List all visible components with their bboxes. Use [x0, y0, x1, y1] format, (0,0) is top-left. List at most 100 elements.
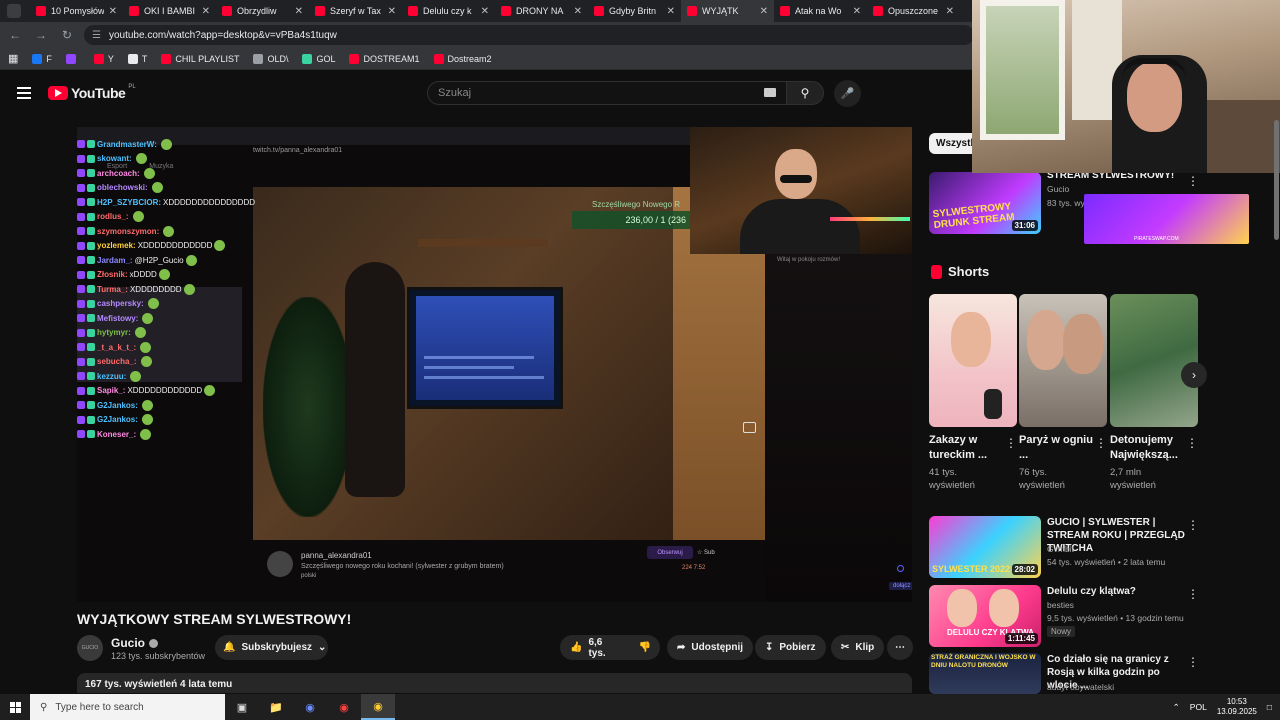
- more-vert-icon[interactable]: ⋮: [1187, 655, 1199, 669]
- close-tab-icon[interactable]: ✕: [760, 6, 768, 17]
- search-button[interactable]: ⚲: [786, 81, 824, 105]
- url-input[interactable]: ☰ youtube.com/watch?app=desktop&v=vPBa4s…: [84, 25, 974, 45]
- start-button[interactable]: [0, 694, 30, 720]
- bookmark-label: DOSTREAM1: [363, 53, 420, 64]
- like-button[interactable]: 👍 6,6 tys.: [560, 635, 630, 660]
- bookmark-item[interactable]: OLD\: [253, 53, 288, 64]
- browser-tab[interactable]: Opuszczone ✕: [867, 0, 960, 22]
- filter-chip-all[interactable]: Wszystk: [929, 133, 977, 154]
- chat-message: Złosnik: xDDDD: [77, 268, 255, 283]
- browser-tab[interactable]: OKI I BAMBI ✕: [123, 0, 216, 22]
- recommended-video[interactable]: DELULU CZY KLĄTWA 1:11:45 Delulu czy klą…: [929, 585, 1269, 647]
- tray-chevron-icon[interactable]: ⌃: [1173, 702, 1180, 713]
- dislike-button[interactable]: 👎: [630, 635, 660, 660]
- keyboard-icon[interactable]: [764, 88, 776, 97]
- bookmark-item[interactable]: Dostream2: [433, 53, 492, 64]
- ad-banner[interactable]: PIRATESWAP.COM: [1084, 194, 1249, 244]
- chat-emote-icon: [141, 414, 153, 426]
- bookmark-item[interactable]: DOSTREAM1: [349, 53, 420, 64]
- close-tab-icon[interactable]: ✕: [853, 6, 861, 17]
- chat-emote-icon: [140, 341, 152, 353]
- reload-icon[interactable]: ↻: [56, 24, 78, 46]
- more-vert-icon[interactable]: ⋮: [1187, 587, 1199, 601]
- channel-name[interactable]: Gucio: [111, 636, 159, 650]
- youtube-favicon-icon: [315, 6, 325, 16]
- recommended-video[interactable]: SYLWESTER 2022 28:02 GUCIO | SYLWESTER |…: [929, 516, 1269, 578]
- close-tab-icon[interactable]: ✕: [388, 6, 396, 17]
- browser-tab[interactable]: Gdyby Britn ✕: [588, 0, 681, 22]
- shorts-next-button[interactable]: ›: [1181, 362, 1207, 388]
- voice-search-button[interactable]: 🎤: [834, 80, 861, 107]
- chat-emote-icon: [141, 399, 153, 411]
- subscribed-button[interactable]: 🔔 Subskrybujesz ⌄: [215, 635, 328, 660]
- picture-in-picture-icon[interactable]: [743, 422, 756, 433]
- app-icon[interactable]: ◉: [293, 694, 327, 720]
- back-arrow-icon[interactable]: ←: [4, 24, 26, 46]
- keyboard-language[interactable]: POL: [1190, 702, 1207, 712]
- video-player[interactable]: twitch.tv/panna_alexandra01 Esport Muzyk…: [77, 127, 912, 602]
- browser-tab[interactable]: Obrzydliw ✕: [216, 0, 309, 22]
- chat-message: G2Jankos:: [77, 398, 255, 413]
- chat-badge-icon: [77, 154, 85, 163]
- more-vert-icon[interactable]: ⋮: [1187, 174, 1199, 188]
- close-tab-icon[interactable]: ✕: [574, 6, 582, 17]
- more-actions-button[interactable]: ⋯: [887, 635, 913, 660]
- more-vert-icon[interactable]: ⋮: [1187, 518, 1199, 532]
- close-tab-icon[interactable]: ✕: [667, 6, 675, 17]
- youtube-favicon-icon: [222, 6, 232, 16]
- close-tab-icon[interactable]: ✕: [109, 6, 117, 17]
- browser-tab[interactable]: Atak na Wo ✕: [774, 0, 867, 22]
- short-item[interactable]: Detonujemy Największą... 2,7 mln wyświet…: [1110, 294, 1198, 494]
- bookmark-item[interactable]: Y: [93, 53, 114, 64]
- chat-username: Mefistowy:: [97, 313, 139, 323]
- site-info-icon[interactable]: ☰: [92, 30, 101, 41]
- taskbar-search-input[interactable]: ⚲ Type here to search: [30, 694, 225, 720]
- apps-grid-icon[interactable]: ▦: [8, 52, 18, 65]
- forward-arrow-icon[interactable]: →: [30, 24, 52, 46]
- chrome-icon[interactable]: ◉: [361, 694, 395, 720]
- bookmark-favicon-icon: [127, 53, 138, 64]
- search-input[interactable]: Szukaj: [427, 81, 787, 105]
- clip-button[interactable]: ✂ Klip: [831, 635, 885, 660]
- page-scrollbar[interactable]: [1274, 120, 1279, 240]
- short-item[interactable]: Zakazy w tureckim ... 41 tys. wyświetleń…: [929, 294, 1017, 494]
- tab-search-icon[interactable]: [7, 4, 21, 18]
- channel-avatar[interactable]: GUCIO: [77, 635, 103, 661]
- file-explorer-icon[interactable]: 📁: [259, 694, 293, 720]
- streamer-name: panna_alexandra01: [301, 551, 372, 560]
- browser-tab[interactable]: WYJĄTK ✕: [681, 0, 774, 22]
- chat-badge-icon: [77, 386, 85, 395]
- download-label: Pobierz: [779, 642, 816, 653]
- browser-tab[interactable]: DRONY NA ✕: [495, 0, 588, 22]
- bookmark-item[interactable]: [65, 53, 80, 64]
- browser-tab[interactable]: Szeryf w Tax ✕: [309, 0, 402, 22]
- download-button[interactable]: ↧ Pobierz: [755, 635, 826, 660]
- close-tab-icon[interactable]: ✕: [481, 6, 489, 17]
- share-button[interactable]: ➦ Udostępnij: [667, 635, 754, 660]
- bookmark-item[interactable]: CHIL PLAYLIST: [161, 53, 239, 64]
- menu-hamburger-icon[interactable]: [17, 87, 31, 99]
- chat-message: G2Jankos:: [77, 413, 255, 428]
- bookmark-item[interactable]: T: [127, 53, 147, 64]
- more-vert-icon[interactable]: ⋮: [1186, 436, 1198, 450]
- bookmark-item[interactable]: GOL: [302, 53, 335, 64]
- app-icon[interactable]: ◉: [327, 694, 361, 720]
- short-item[interactable]: Paryż w ogniu ... 76 tys. wyświetleń ⋮: [1019, 294, 1107, 494]
- browser-tab[interactable]: 10 Pomysłów ✕: [30, 0, 123, 22]
- more-vert-icon[interactable]: ⋮: [1005, 436, 1017, 450]
- browser-tab[interactable]: Delulu czy k ✕: [402, 0, 495, 22]
- close-tab-icon[interactable]: ✕: [202, 6, 210, 17]
- notification-icon[interactable]: □: [1267, 702, 1272, 712]
- close-tab-icon[interactable]: ✕: [946, 6, 954, 17]
- task-view-icon[interactable]: ▣: [225, 694, 259, 720]
- chat-badge-icon: [87, 328, 95, 337]
- close-tab-icon[interactable]: ✕: [295, 6, 303, 17]
- youtube-logo[interactable]: YouTube PL: [48, 84, 136, 101]
- description-box[interactable]: 167 tys. wyświetleń 4 lata temu: [77, 673, 912, 693]
- youtube-favicon-icon: [408, 6, 418, 16]
- scissors-icon: ✂: [841, 642, 850, 653]
- clock[interactable]: 10:53 13.09.2025: [1217, 697, 1257, 717]
- bookmark-item[interactable]: F: [32, 53, 52, 64]
- stream-chat: GrandmasterW: skowant: archcoach: oblechows…: [77, 137, 255, 602]
- more-vert-icon[interactable]: ⋮: [1095, 436, 1107, 450]
